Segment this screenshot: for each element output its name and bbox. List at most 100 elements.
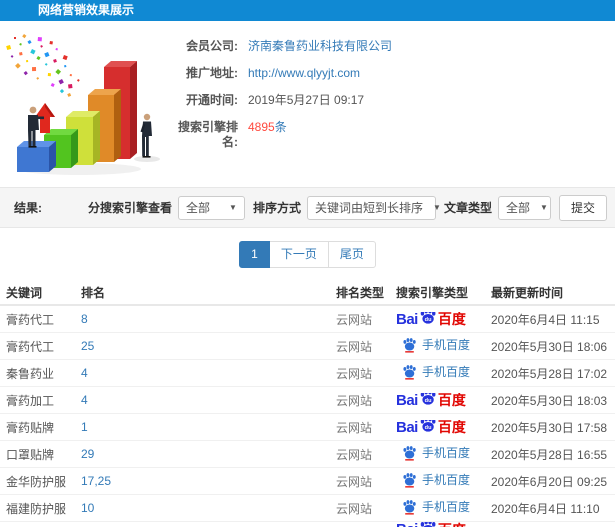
engine-cell: Bai du 百度 (396, 522, 491, 527)
rank-cell: 4 (81, 393, 336, 407)
baidu-paw-icon: du (419, 393, 437, 408)
engine-cell: 手机百度 (396, 364, 491, 383)
caret-down-icon: ▼ (433, 203, 441, 212)
company-link[interactable]: 济南秦鲁药业科技有限公司 (248, 39, 392, 54)
keyword-rank-table: 关键词 排名 排名类型 搜索引擎类型 最新更新时间 膏药代工8云网站Bai du… (0, 280, 615, 527)
engine-cell: 手机百度 (396, 337, 491, 356)
mobile-baidu-logo: 手机百度 (402, 364, 470, 380)
keyword-cell: 膏药代工 (6, 311, 81, 328)
rank-type-cell: 云网站 (336, 365, 396, 382)
baidu-paw-icon (402, 337, 417, 353)
pagination-wrap: 1 下一页 尾页 (0, 228, 615, 280)
keyword-cell: 金华防护服 (6, 473, 81, 490)
article-type-select[interactable]: 全部 ▼ (498, 196, 551, 220)
rank-type-cell: 云网站 (336, 311, 396, 328)
submit-button[interactable]: 提交 (559, 195, 607, 221)
table-row: 口罩贴牌29 云网站 手机百度 2020年5月28日 16:55 (0, 441, 615, 468)
engine-cell: Bai du 百度 (396, 393, 491, 408)
open-time-label: 开通时间: (170, 93, 238, 108)
updated-cell: 2020年6月4日 11:15 (491, 311, 615, 328)
rank-link[interactable]: 4 (81, 393, 88, 407)
engine-cell: Bai du 百度 (396, 312, 491, 327)
rank-link[interactable]: 17,25 (81, 474, 111, 488)
keyword-cell: 口罩贴牌 (6, 446, 81, 463)
engine-cell: Bai du 百度 (396, 420, 491, 435)
rank-link[interactable]: 25 (81, 339, 94, 353)
table-row: 金华防护服17,25 云网站 手机百度2020年6月20日 09:25 (0, 468, 615, 495)
rank-cell: 25 (81, 339, 336, 353)
profile-section: 会员公司: 济南秦鲁药业科技有限公司 推广地址: http://www.qlyy… (0, 21, 615, 187)
rank-link[interactable]: 8 (81, 312, 88, 326)
last-page-button[interactable]: 尾页 (328, 241, 376, 268)
updated-cell: 2020年5月28日 16:55 (491, 446, 615, 463)
rank-type-cell: 云网站 (336, 446, 396, 463)
page-button-1[interactable]: 1 (239, 241, 270, 268)
rank-cell: 4 (81, 366, 336, 380)
promo-url-link[interactable]: http://www.qlyyjt.com (248, 66, 360, 81)
table-row: 福建防护服10云网站 手机百度2020年6月4日 11:10 (0, 495, 615, 522)
sort-select-value: 关键词由短到长排序 (315, 199, 423, 216)
rank-cell: 8 (81, 312, 336, 326)
baidu-pc-logo: Bai du 百度 (396, 420, 466, 435)
updated-cell: 2020年6月20日 09:25 (491, 473, 615, 490)
baidu-paw-icon (402, 472, 417, 488)
company-label: 会员公司: (170, 39, 238, 54)
rank-cell: 17,25 (81, 474, 336, 488)
person-right (141, 114, 152, 158)
col-header-keyword: 关键词 (6, 284, 81, 301)
table-row: 膏药代工8 云网站Bai du 百度2020年6月4日 11:15 (0, 306, 615, 333)
next-page-button[interactable]: 下一页 (269, 241, 329, 268)
article-type-select-value: 全部 (506, 199, 530, 216)
engine-cell: 手机百度 (396, 472, 491, 491)
updated-cell: 2020年5月30日 18:06 (491, 338, 615, 355)
baidu-pc-logo: Bai du 百度 (396, 393, 466, 408)
rank-count-label: 搜索引擎排名: (170, 120, 238, 150)
rank-type-cell: 云网站 (336, 473, 396, 490)
result-label: 结果: (14, 199, 42, 216)
titlebar: 网络营销效果展示 (0, 0, 615, 21)
col-header-rank-type: 排名类型 (336, 284, 396, 301)
col-header-rank: 排名 (81, 284, 336, 301)
engine-filter-label: 分搜索引擎查看 (88, 199, 172, 216)
svg-text:du: du (425, 398, 432, 404)
rank-link[interactable]: 1 (81, 420, 88, 434)
mobile-baidu-logo: 手机百度 (402, 445, 470, 461)
open-time-value: 2019年5月27日 09:17 (248, 93, 364, 108)
rank-link[interactable]: 4 (81, 366, 88, 380)
filter-controls: 分搜索引擎查看 全部 ▼ 排序方式 关键词由短到长排序 ▼ 文章类型 全部 ▼ … (80, 195, 607, 221)
engine-cell: 手机百度 (396, 499, 491, 518)
table-row: 膏药加工4云网站Bai du 百度2020年5月30日 18:03 (0, 387, 615, 414)
filter-bar: 结果: 分搜索引擎查看 全部 ▼ 排序方式 关键词由短到长排序 ▼ 文章类型 全… (0, 187, 615, 228)
rank-link[interactable]: 10 (81, 501, 94, 515)
keyword-cell: 福建防护服 (6, 500, 81, 517)
page: 网络营销效果展示 (0, 0, 615, 520)
baidu-paw-icon (402, 499, 417, 515)
engine-select[interactable]: 全部 ▼ (178, 196, 245, 220)
table-row: Bai du 百度 (0, 522, 615, 527)
field-url: 推广地址: http://www.qlyyjt.com (170, 66, 615, 81)
table-row: 膏药贴牌1云网站Bai du 百度2020年5月30日 17:58 (0, 414, 615, 441)
baidu-paw-icon (402, 364, 417, 380)
rank-type-cell: 云网站 (336, 500, 396, 517)
rank-cell: 29 (81, 447, 336, 461)
caret-down-icon: ▼ (229, 203, 237, 212)
table-row: 膏药代工25 云网站 手机百度2020年5月30日 18:06 (0, 333, 615, 360)
confetti-dots (6, 34, 80, 97)
rank-type-cell: 云网站 (336, 392, 396, 409)
bar-blue (17, 141, 56, 172)
engine-cell: 手机百度 (396, 445, 491, 464)
sort-select[interactable]: 关键词由短到长排序 ▼ (307, 196, 436, 220)
table-body: 膏药代工8云网站Bai du 百度2020年6月4日 11:15膏药代工25云网… (0, 306, 615, 527)
rank-type-cell: 云网站 (336, 419, 396, 436)
keyword-cell: 膏药代工 (6, 338, 81, 355)
col-header-engine-type: 搜索引擎类型 (396, 284, 491, 301)
keyword-cell: 秦鲁药业 (6, 365, 81, 382)
rank-type-cell: 云网站 (336, 338, 396, 355)
rank-link[interactable]: 29 (81, 447, 94, 461)
mobile-baidu-logo: 手机百度 (402, 499, 470, 515)
rank-count-number: 4895 (248, 120, 275, 134)
baidu-pc-logo: Bai du 百度 (396, 522, 466, 527)
svg-text:du: du (425, 425, 432, 431)
field-rank-count: 搜索引擎排名: 4895条 (170, 120, 615, 150)
sort-filter-label: 排序方式 (253, 199, 301, 216)
